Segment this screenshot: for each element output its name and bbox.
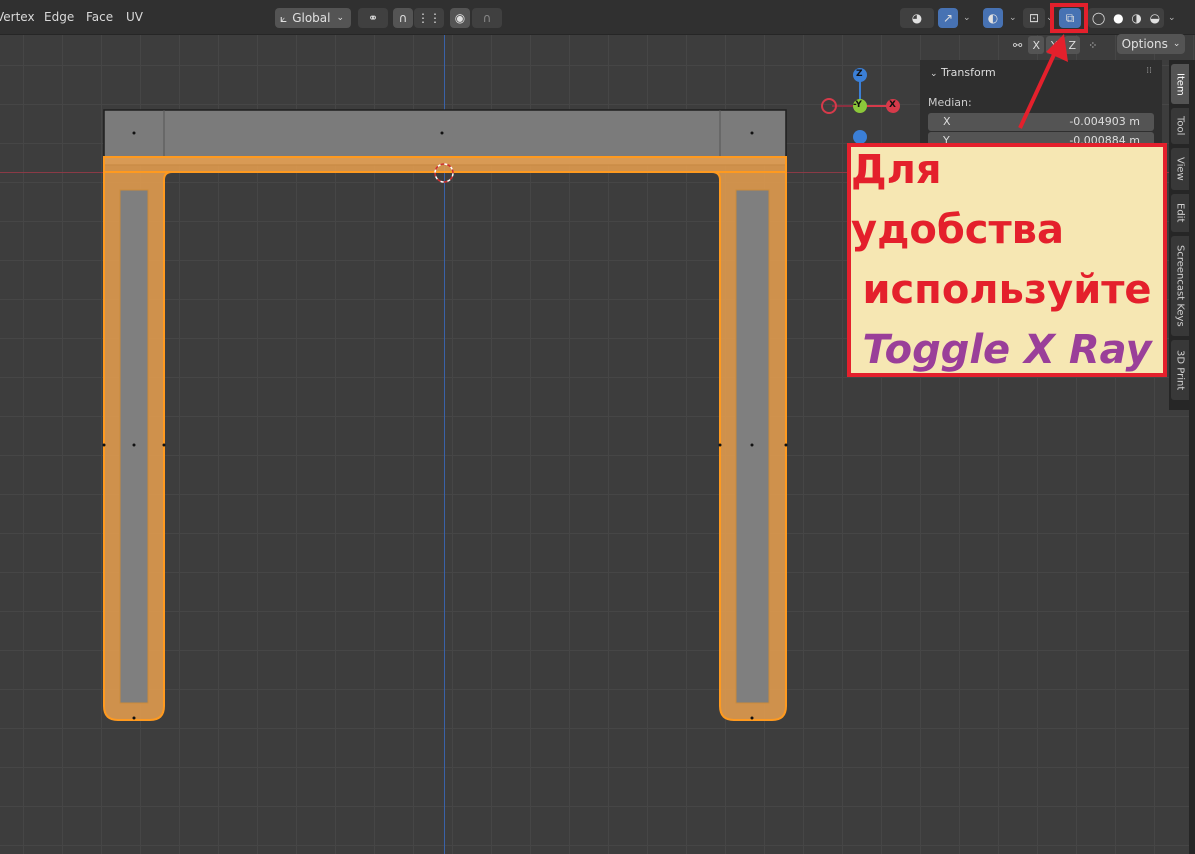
falloff-dropdown[interactable]: ∩ [472,8,502,28]
tab-tool[interactable]: Tool [1171,108,1189,144]
tab-item[interactable]: Item [1171,64,1189,104]
snap-target[interactable]: ⋮⋮ [414,8,444,28]
tab-view[interactable]: View [1171,148,1189,190]
vertex-dots [102,131,788,720]
chevron-down-icon: ⌄ [930,69,938,79]
mesh-select-overlay[interactable]: ⊡ [1023,8,1045,28]
orientation-label: Global [292,11,331,25]
field-value: -0.004903 m [1069,115,1140,128]
mirror-icon: ⚯ [1013,38,1023,52]
tab-3d-print[interactable]: 3D Print [1171,340,1189,400]
falloff-icon: ∩ [482,11,492,25]
menu-uv[interactable]: UV [126,10,143,24]
options-dropdown[interactable]: Options ⌄ [1117,34,1185,54]
pivot-icon: ⚭ [367,11,379,25]
transform-orientation-icon: ⟀ [280,10,288,25]
viewport-header: Vertex Edge Face UV ⟀ Global ⌄ ⚭ ∩ ⋮⋮ ◉ … [0,0,1195,35]
mirror-axes-row: ⚯ X Y Z ⁘ [1013,34,1097,56]
gizmo-x-label: X [889,100,896,110]
transform-orientation-dropdown[interactable]: ⟀ Global ⌄ [275,8,351,28]
rendered-shading-icon[interactable]: ◒ [1150,11,1160,25]
median-label: Median: [928,96,972,109]
menu-edge[interactable]: Edge [44,10,74,24]
mesh-select-icon: ⊡ [1028,11,1040,25]
visibility-icon: ◕ [911,11,923,25]
snap-icon: ∩ [398,11,408,25]
wireframe-shading-icon[interactable]: ◯ [1092,11,1105,25]
sidebar-tabs: Item Tool View Edit Screencast Keys 3D P… [1169,60,1189,410]
chevron-down-icon: ⌄ [336,13,345,23]
chevron-down-icon: ⌄ [1172,39,1181,49]
overlay-dropdown-caret[interactable]: ⌄ [1009,13,1017,23]
gizmo-z-label: Z [856,69,863,79]
field-label: X [943,115,951,128]
tab-screencast-keys[interactable]: Screencast Keys [1171,236,1189,336]
menu-face[interactable]: Face [86,10,113,24]
material-shading-icon[interactable]: ◑ [1131,11,1141,25]
shading-switch[interactable]: ◯ ● ◑ ◒ [1088,8,1164,28]
snap-toggle[interactable]: ∩ [393,8,413,28]
drag-handle-icon[interactable]: ⁞⁞ [1146,66,1152,76]
transform-panel-header[interactable]: ⌄ Transform [930,66,996,79]
note-line-3: Toggle X Ray [862,327,1152,373]
options-label: Options [1121,37,1168,51]
shading-dropdown-caret[interactable]: ⌄ [1168,13,1176,23]
mirror-z-toggle[interactable]: Z [1064,36,1081,54]
proportional-edit-toggle[interactable]: ◉ [450,8,470,28]
auto-merge-icon[interactable]: ⁘ [1088,39,1097,52]
gizmo-y-label: -Y [853,100,862,110]
gizmo-toggle[interactable]: ↗ [938,8,958,28]
solid-shading-icon[interactable]: ● [1113,11,1123,25]
overlay-icon: ◐ [987,11,999,25]
pivot-button[interactable]: ⚭ [358,8,388,28]
mirror-y-toggle[interactable]: Y [1046,36,1063,54]
snap-grid-icon: ⋮⋮ [417,11,441,25]
mirror-x-toggle[interactable]: X [1028,36,1045,54]
note-line-1: Для удобства [851,147,1064,253]
gizmo-dropdown-caret[interactable]: ⌄ [963,13,971,23]
visibility-dropdown[interactable]: ◕ [900,8,934,28]
region-edge [1189,60,1195,854]
annotation-note: Для удобства используйте Toggle X Ray [847,143,1167,377]
gizmo-icon: ↗ [942,11,954,25]
right-leg-inner-face [735,189,770,704]
menu-vertex[interactable]: Vertex [0,10,35,24]
note-line-2: используйте [862,267,1152,313]
proportional-edit-icon: ◉ [454,11,466,25]
xray-highlight-box [1050,3,1088,33]
tab-edit[interactable]: Edit [1171,194,1189,232]
transform-title: Transform [941,66,996,79]
overlay-toggle[interactable]: ◐ [983,8,1003,28]
median-x-field[interactable]: X -0.004903 m [928,113,1154,131]
